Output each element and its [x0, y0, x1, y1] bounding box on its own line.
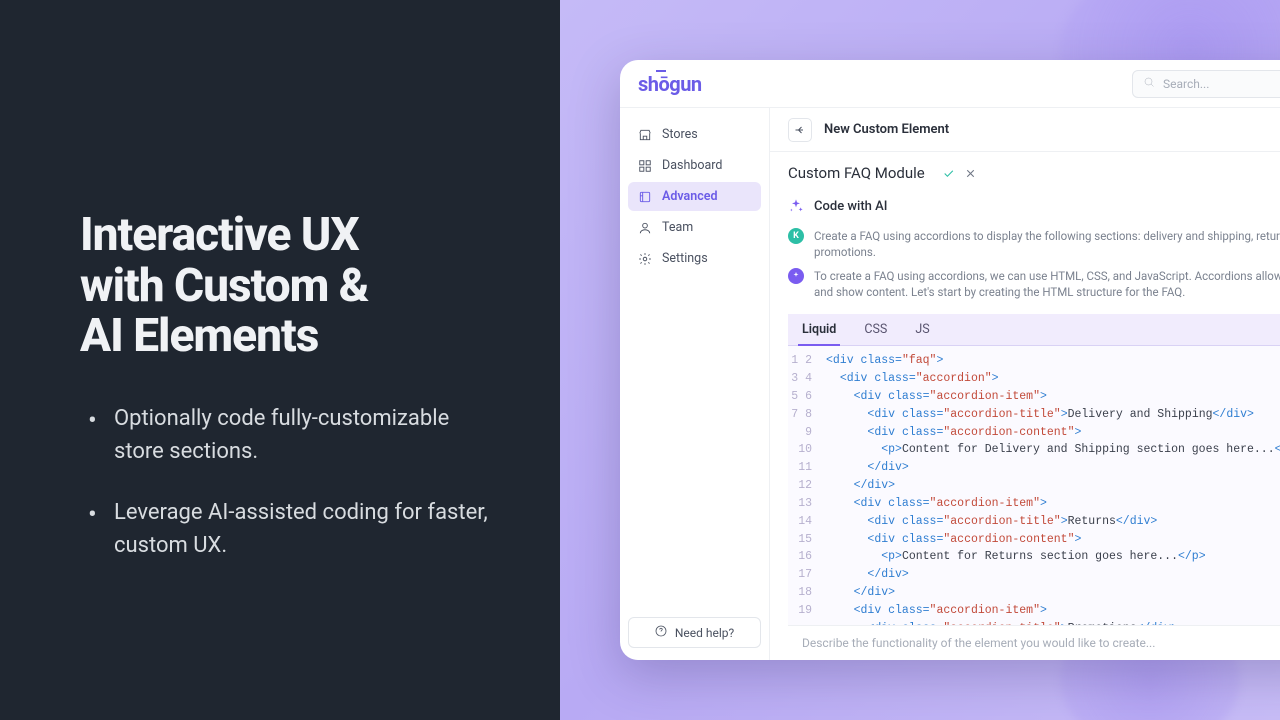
search-placeholder: Search...: [1163, 77, 1209, 91]
code-with-ai-row: Code with AI: [788, 198, 1280, 214]
bullet-item: Leverage AI-assisted coding for faster, …: [80, 496, 490, 562]
code-with-ai-label: Code with AI: [814, 199, 887, 214]
search-input[interactable]: Search...: [1132, 70, 1280, 98]
user-icon: [638, 221, 652, 235]
confirm-button[interactable]: [941, 165, 957, 181]
logo-text: shōgun: [638, 72, 702, 96]
app-body: Stores Dashboard Advanced Team Settings: [620, 108, 1280, 660]
sidebar-item-label: Team: [662, 220, 693, 235]
user-avatar: K: [788, 228, 804, 244]
app-window: shōgun Search... Stores Dashboard: [620, 60, 1280, 660]
headline-line-2: with Custom &: [80, 259, 368, 313]
store-icon: [638, 128, 652, 142]
sidebar-item-settings[interactable]: Settings: [628, 244, 761, 273]
advanced-icon: [638, 190, 652, 204]
bullet-item: Optionally code fully-customizable store…: [80, 402, 490, 468]
sidebar-item-advanced[interactable]: Advanced: [628, 182, 761, 211]
close-button[interactable]: [963, 165, 979, 181]
page-title: New Custom Element: [824, 122, 949, 137]
bullet-list: Optionally code fully-customizable store…: [80, 402, 490, 590]
help-label: Need help?: [675, 626, 734, 640]
grid-icon: [638, 159, 652, 173]
sidebar-item-label: Stores: [662, 127, 698, 142]
back-button[interactable]: [788, 118, 812, 142]
chat-ai-message: To create a FAQ using accordions, we can…: [788, 268, 1280, 300]
marketing-pane: Interactive UX with Custom & AI Elements…: [0, 0, 560, 720]
sidebar-item-team[interactable]: Team: [628, 213, 761, 242]
sidebar-item-label: Dashboard: [662, 158, 722, 173]
sidebar-item-label: Settings: [662, 251, 708, 266]
title-actions: [941, 165, 979, 181]
main-panel: New Custom Element Custom FAQ Module Cod…: [770, 108, 1280, 660]
sidebar-item-dashboard[interactable]: Dashboard: [628, 151, 761, 180]
tab-css[interactable]: CSS: [850, 314, 901, 345]
tab-js[interactable]: JS: [901, 314, 943, 345]
sidebar-item-label: Advanced: [662, 189, 718, 204]
element-title: Custom FAQ Module: [788, 164, 925, 182]
sidebar-item-stores[interactable]: Stores: [628, 120, 761, 149]
chat-user-text: Create a FAQ using accordions to display…: [814, 228, 1280, 260]
arrow-left-icon: [794, 124, 806, 136]
sparkle-icon: [788, 198, 804, 214]
editor-panel: Custom FAQ Module Code with AI K Create …: [788, 164, 1280, 660]
logo: shōgun: [638, 72, 702, 96]
element-title-row: Custom FAQ Module: [788, 164, 1280, 182]
ai-prompt-input[interactable]: Describe the functionality of the elemen…: [788, 625, 1280, 660]
line-gutter: 1 2 3 4 5 6 7 8 9 10 11 12 13 14 15 16 1…: [788, 346, 820, 625]
help-icon: [655, 625, 667, 640]
chat-user-message: K Create a FAQ using accordions to displ…: [788, 228, 1280, 260]
code-content: <div class="faq"> <div class="accordion"…: [820, 346, 1280, 625]
code-editor[interactable]: 1 2 3 4 5 6 7 8 9 10 11 12 13 14 15 16 1…: [788, 346, 1280, 625]
gear-icon: [638, 252, 652, 266]
chat-ai-text: To create a FAQ using accordions, we can…: [814, 268, 1280, 300]
headline-line-1: Interactive UX: [80, 208, 359, 262]
help-button[interactable]: Need help?: [628, 617, 761, 648]
sidebar: Stores Dashboard Advanced Team Settings: [620, 108, 770, 660]
app-preview-pane: shōgun Search... Stores Dashboard: [560, 0, 1280, 720]
breadcrumb: New Custom Element: [770, 108, 1280, 152]
headline-line-3: AI Elements: [80, 309, 318, 363]
ai-avatar: [788, 268, 804, 284]
search-icon: [1143, 76, 1163, 91]
code-tabs: Liquid CSS JS: [788, 314, 1280, 346]
tab-liquid[interactable]: Liquid: [788, 314, 850, 345]
topbar: shōgun Search...: [620, 60, 1280, 108]
headline: Interactive UX with Custom & AI Elements: [80, 210, 490, 362]
